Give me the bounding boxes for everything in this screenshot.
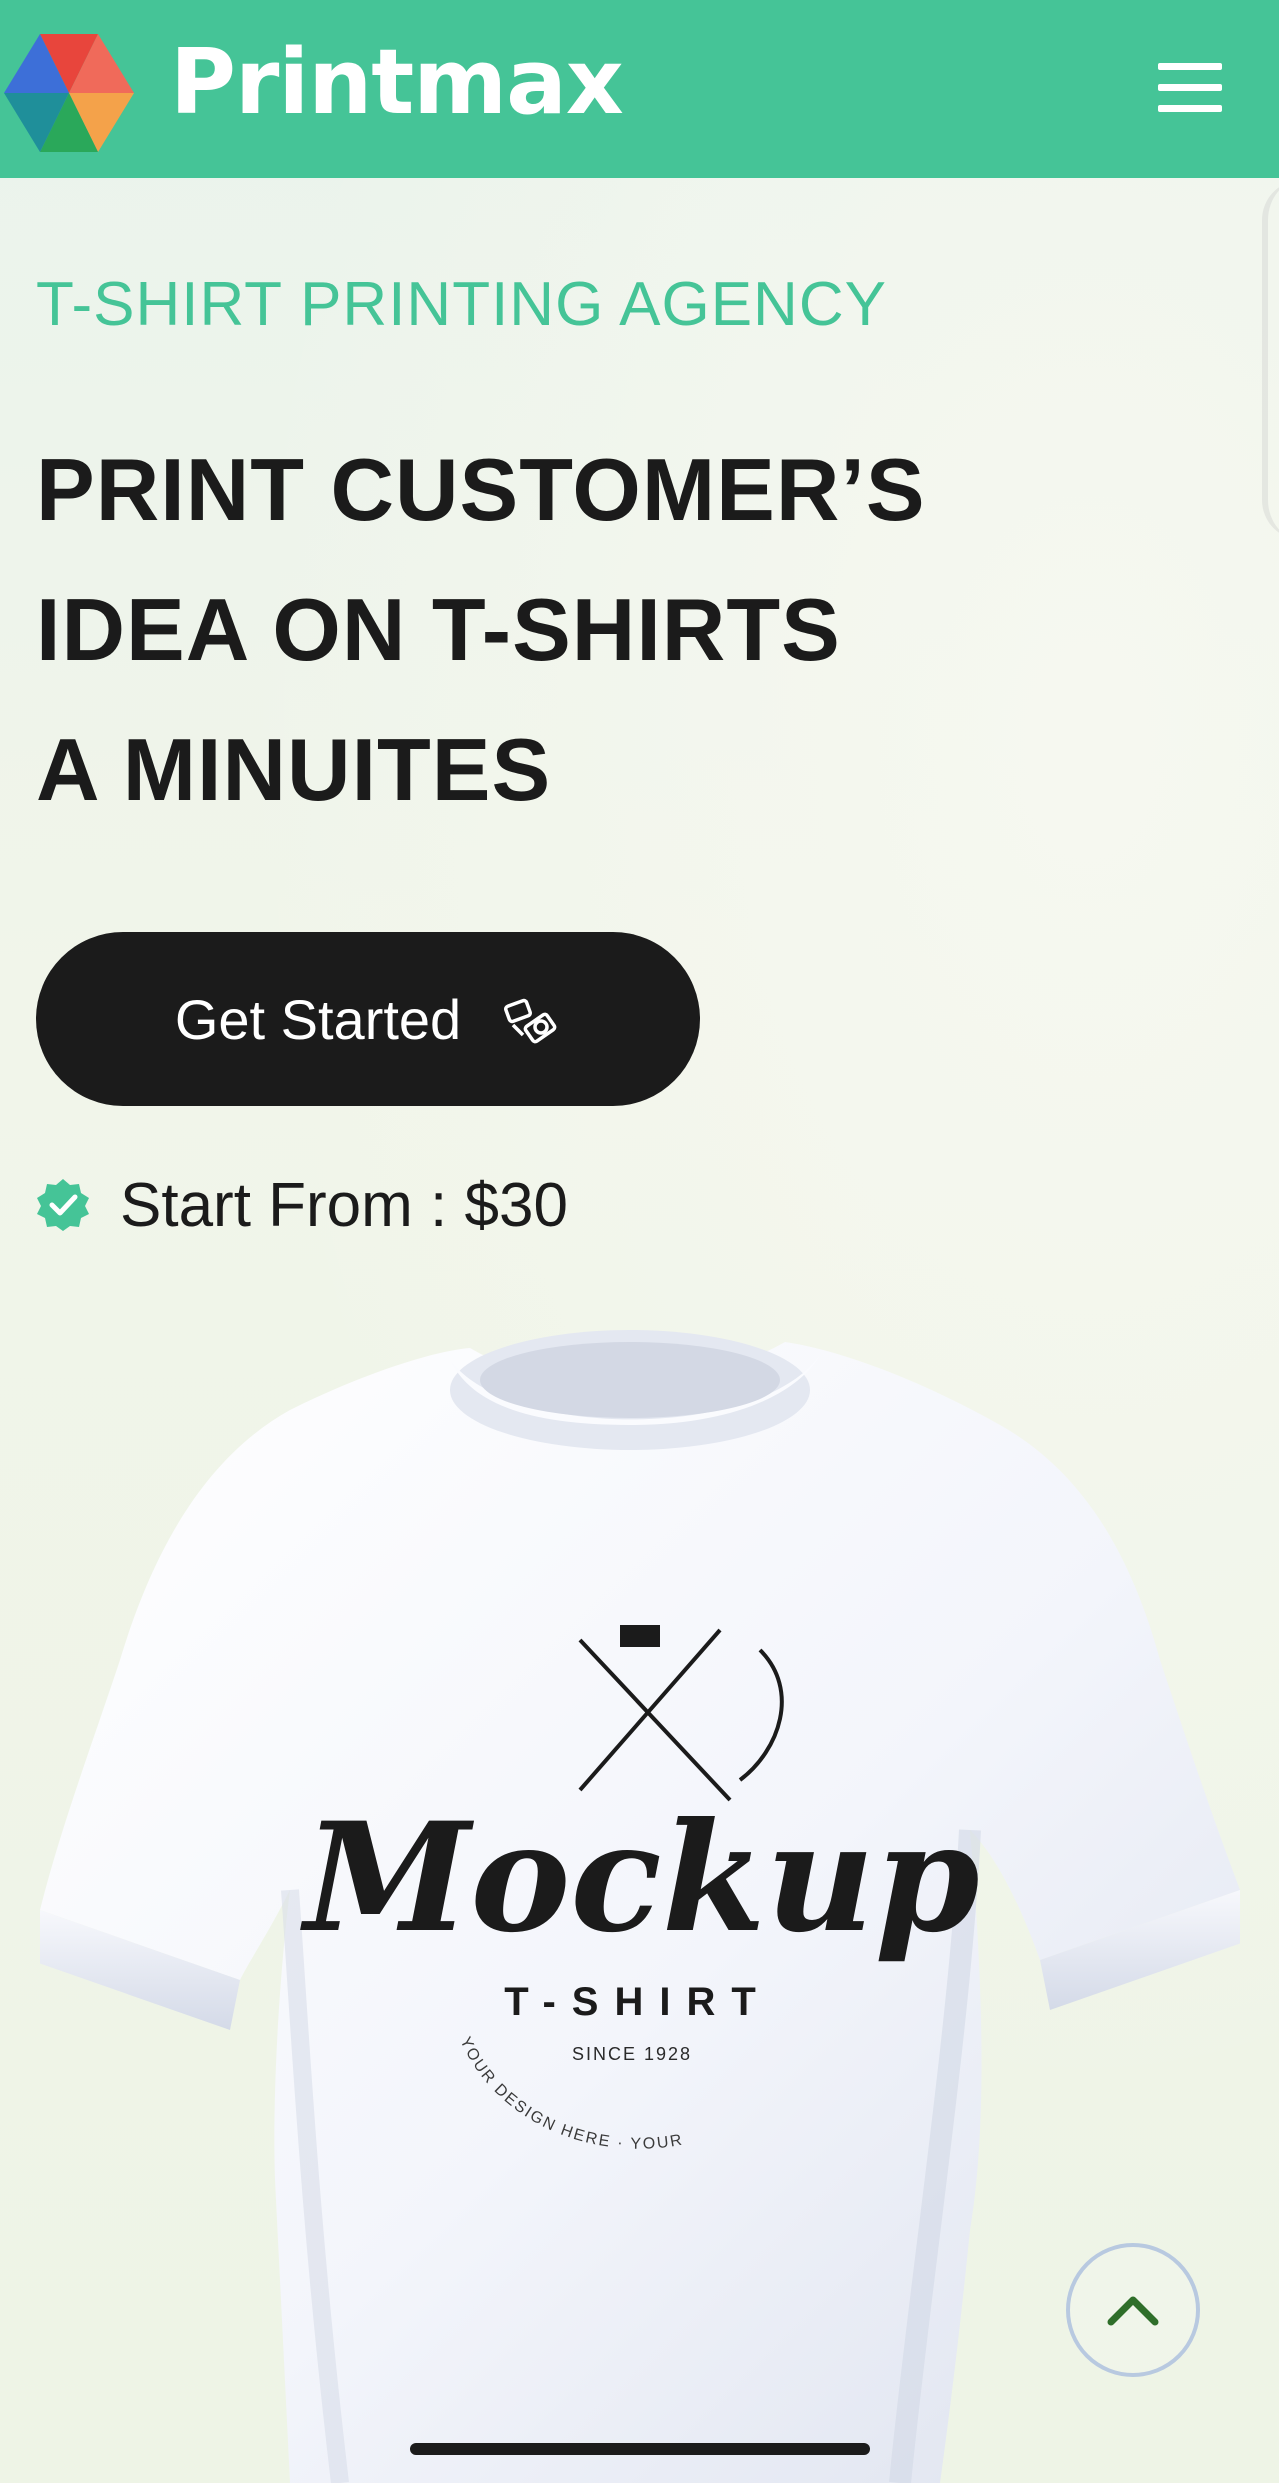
home-indicator	[410, 2443, 870, 2455]
hamburger-menu-icon[interactable]	[1150, 55, 1230, 120]
brand-name[interactable]: Printmax	[170, 28, 624, 138]
hero-headline: PRINT CUSTOMER’S IDEA ON T-SHIRTS A MINU…	[36, 420, 1086, 840]
scroll-to-top-button[interactable]	[1066, 2243, 1200, 2377]
site-header: Printmax	[0, 0, 1279, 178]
hexagon-logo-icon[interactable]	[0, 30, 138, 156]
headline-line-1: PRINT CUSTOMER’S	[36, 440, 926, 539]
decorative-edge	[1262, 180, 1279, 540]
headline-line-3: A MINUITES	[36, 720, 552, 819]
price-text: Start From : $30	[120, 1170, 568, 1240]
hero-eyebrow: T-SHIRT PRINTING AGENCY	[36, 270, 887, 339]
mockup-since: SINCE 1928	[572, 2044, 692, 2064]
mockup-title: Mockup	[299, 1790, 979, 1966]
mockup-subtitle: T-SHIRT	[504, 1980, 772, 2024]
handshake-icon	[504, 998, 557, 1044]
price-row: Start From : $30	[36, 1165, 568, 1245]
get-started-label: Get Started	[174, 987, 462, 1051]
chevron-up-icon	[1107, 2296, 1159, 2326]
get-started-button[interactable]: Get Started	[36, 932, 700, 1106]
tshirt-mockup-image: Mockup T-SHIRT SINCE 1928 YOUR DESIGN HE…	[40, 1330, 1240, 2483]
verified-check-icon	[37, 1179, 89, 1231]
page: Printmax T-SHIRT PRINTING AGENCY PRINT C…	[0, 0, 1279, 2483]
headline-line-2: IDEA ON T-SHIRTS	[36, 580, 841, 679]
